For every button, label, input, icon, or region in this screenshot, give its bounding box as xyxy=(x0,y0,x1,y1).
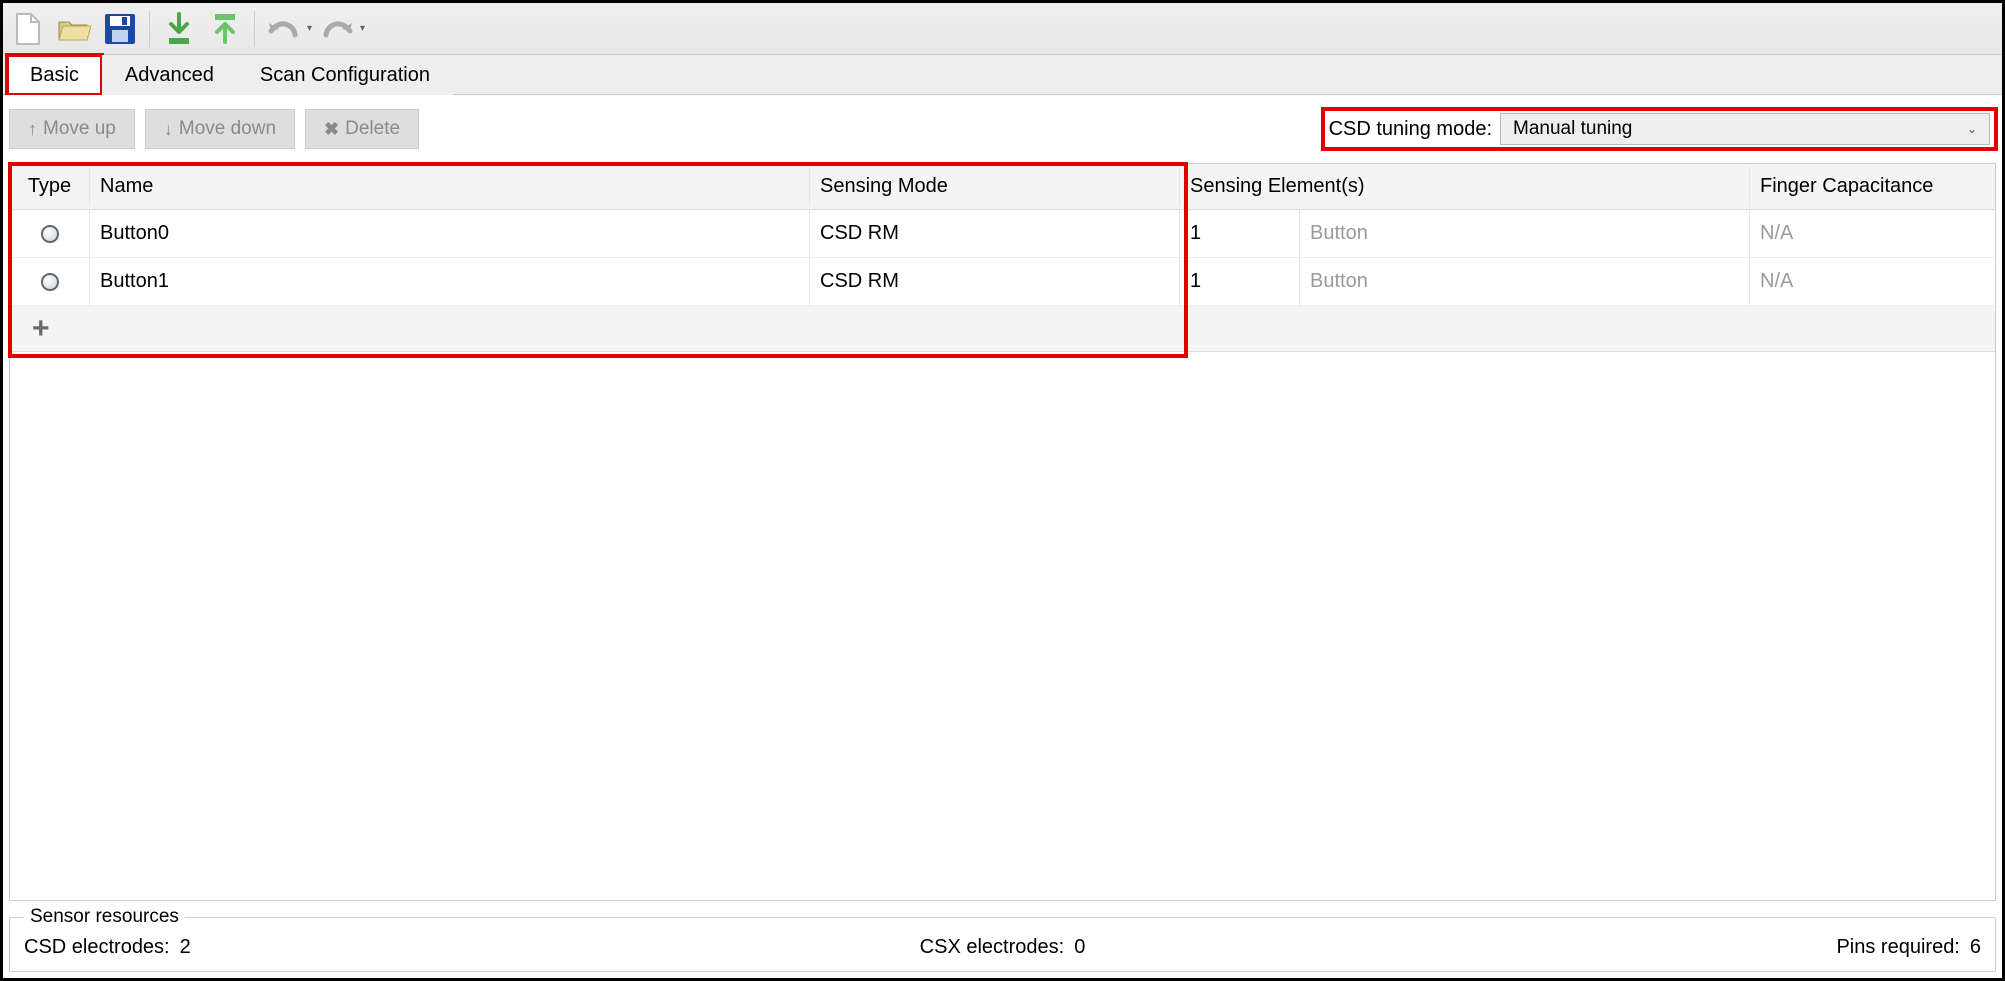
row-name[interactable]: Button1 xyxy=(90,258,810,305)
csx-electrodes: CSX electrodes: 0 xyxy=(920,936,1086,959)
action-bar: ↑ Move up ↓ Move down ✖ Delete CSD tunin… xyxy=(9,105,1996,163)
redo-icon[interactable] xyxy=(316,8,358,50)
open-folder-icon[interactable] xyxy=(53,8,95,50)
table-header: Type Name Sensing Mode Sensing Element(s… xyxy=(10,164,1995,210)
move-down-label: Move down xyxy=(179,118,276,140)
row-type-icon xyxy=(10,210,90,257)
csx-electrodes-value: 0 xyxy=(1074,936,1085,959)
delete-icon: ✖ xyxy=(324,119,339,140)
col-header-sensing-elements: Sensing Element(s) xyxy=(1180,167,1750,206)
csd-tuning-mode-group: CSD tuning mode: Manual tuning ⌄ xyxy=(1323,109,1996,149)
toolbar-separator xyxy=(254,11,255,47)
delete-label: Delete xyxy=(345,118,400,140)
csd-electrodes: CSD electrodes: 2 xyxy=(24,936,191,959)
col-header-type: Type xyxy=(10,167,90,206)
sensor-resources-panel: Sensor resources CSD electrodes: 2 CSX e… xyxy=(9,917,1996,972)
add-row[interactable]: + xyxy=(10,306,1995,352)
row-element-type: Button xyxy=(1300,258,1750,305)
plus-icon: + xyxy=(10,312,72,346)
tab-scan-configuration[interactable]: Scan Configuration xyxy=(237,55,453,95)
move-down-button[interactable]: ↓ Move down xyxy=(145,109,295,149)
arrow-up-icon: ↑ xyxy=(28,119,37,140)
pins-required-label: Pins required: xyxy=(1836,936,1959,959)
pins-required-value: 6 xyxy=(1970,936,1981,959)
move-up-button[interactable]: ↑ Move up xyxy=(9,109,135,149)
tab-bar: Basic Advanced Scan Configuration xyxy=(3,55,2002,95)
csd-tuning-mode-select[interactable]: Manual tuning ⌄ xyxy=(1500,113,1990,145)
undo-icon[interactable] xyxy=(263,8,305,50)
toolbar-separator xyxy=(149,11,150,47)
button-widget-icon xyxy=(41,273,59,291)
row-finger-capacitance: N/A xyxy=(1750,258,1995,305)
csd-tuning-mode-label: CSD tuning mode: xyxy=(1329,118,1492,141)
col-header-name: Name xyxy=(90,167,810,206)
button-widget-icon xyxy=(41,225,59,243)
csd-electrodes-label: CSD electrodes: xyxy=(24,936,170,959)
tab-advanced[interactable]: Advanced xyxy=(102,55,237,95)
save-icon[interactable] xyxy=(99,8,141,50)
csd-electrodes-value: 2 xyxy=(180,936,191,959)
tab-content-basic: ↑ Move up ↓ Move down ✖ Delete CSD tunin… xyxy=(3,95,2002,978)
table-row[interactable]: Button0 CSD RM 1 Button N/A xyxy=(10,210,1995,258)
new-file-icon[interactable] xyxy=(7,8,49,50)
row-elements-count[interactable]: 1 xyxy=(1180,210,1300,257)
move-up-label: Move up xyxy=(43,118,116,140)
table-row[interactable]: Button1 CSD RM 1 Button N/A xyxy=(10,258,1995,306)
csx-electrodes-label: CSX electrodes: xyxy=(920,936,1065,959)
tab-basic[interactable]: Basic xyxy=(7,55,102,95)
row-name[interactable]: Button0 xyxy=(90,210,810,257)
undo-dropdown-icon[interactable]: ▾ xyxy=(307,23,312,34)
main-toolbar: ▾ ▾ xyxy=(3,3,2002,55)
sensor-resources-row: CSD electrodes: 2 CSX electrodes: 0 Pins… xyxy=(24,936,1981,959)
sensor-resources-legend: Sensor resources xyxy=(24,906,185,928)
row-sensing-mode[interactable]: CSD RM xyxy=(810,258,1180,305)
row-elements-count[interactable]: 1 xyxy=(1180,258,1300,305)
row-type-icon xyxy=(10,258,90,305)
app-window: ▾ ▾ Basic Advanced Scan Configuration ↑ … xyxy=(0,0,2005,981)
col-header-finger-capacitance: Finger Capacitance xyxy=(1750,167,1995,206)
pins-required: Pins required: 6 xyxy=(1836,936,1981,959)
csd-tuning-mode-value: Manual tuning xyxy=(1513,118,1632,140)
chevron-down-icon: ⌄ xyxy=(1967,122,1977,136)
arrow-down-icon: ↓ xyxy=(164,119,173,140)
import-icon[interactable] xyxy=(158,8,200,50)
row-element-type: Button xyxy=(1300,210,1750,257)
redo-dropdown-icon[interactable]: ▾ xyxy=(360,23,365,34)
col-header-sensing-mode: Sensing Mode xyxy=(810,167,1180,206)
widgets-table: Type Name Sensing Mode Sensing Element(s… xyxy=(9,163,1996,901)
export-icon[interactable] xyxy=(204,8,246,50)
row-finger-capacitance: N/A xyxy=(1750,210,1995,257)
delete-button[interactable]: ✖ Delete xyxy=(305,109,419,149)
row-sensing-mode[interactable]: CSD RM xyxy=(810,210,1180,257)
